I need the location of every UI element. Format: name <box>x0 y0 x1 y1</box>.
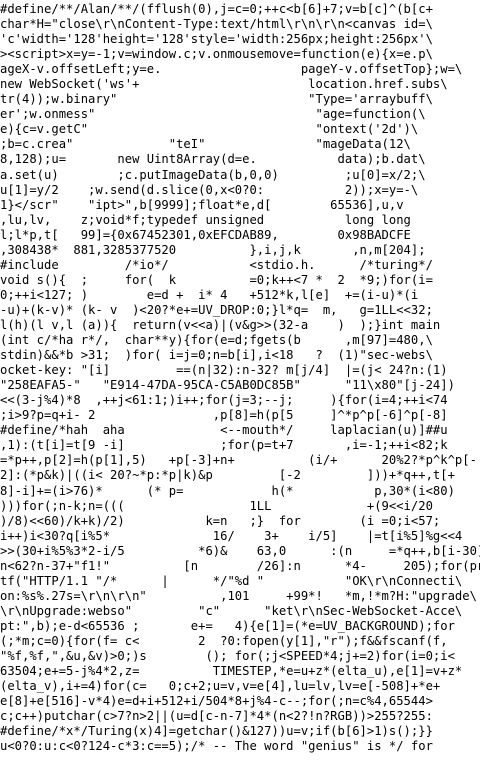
code-line: ><script>x=y=-1;v=window.c;v.onmousemove… <box>0 47 433 62</box>
code-line: ,308438* 881,3285377520 },i,j,k ,n,m[204… <box>0 242 426 257</box>
code-line: i++)i<30?q[i%5* 16/ 3+ i/5] |=t[i%5]%g<<… <box>0 528 463 543</box>
code-line: 63504;e+=5-j%4*2,z= TIMESTEP,*e=u+z*(elt… <box>0 664 463 679</box>
code-line: 8]-i]+=(i>76)* (* p= h(* p,30*(i<80) <box>0 483 455 498</box>
code-line: char*H="close\r\nContent-Type:text/html\… <box>0 17 433 32</box>
code-line: #include /*io*/ <stdio.h. /*turing*/ <box>0 257 433 272</box>
code-line: a.set(u) ;c.putImageData(b,0,0) ;u[0]=x/… <box>0 167 426 182</box>
code-line: l;l*p,t[ 99]={0x67452301,0xEFCDAB89, 0x9… <box>0 227 411 242</box>
code-line: ageX-v.offsetLeft;y=e. pageY-v.offsetTop… <box>0 62 463 77</box>
code-line: stdin)&&*b >31; )for( i=j=0;n=b[i],i<18 … <box>0 348 433 363</box>
code-line: ,1):(t[i]=t[9 -i] ;for(p=t+7 ,i=-1;++i<8… <box>0 438 448 453</box>
code-line: void s(){ ; for( k =0;k++<7 * 2 *9;)for(… <box>0 272 433 287</box>
code-line: #define/*x*/Turing(x)4]=getchar()&127))u… <box>0 724 433 739</box>
code-line: e[8]+e[516]-v*4)e=d+i+512+i/504*8+j%4-c-… <box>0 694 433 709</box>
code-line: (elta_v),i+=4)for(c= 0;c+2;u=v,v=e[4],lu… <box>0 679 441 694</box>
code-line: er';w.onmess" "age=function(\ <box>0 107 426 122</box>
code-line: ,lu,lv, z;void*f;typedef unsigned long l… <box>0 212 411 227</box>
code-line: (int c/*ha r*/, char**y){for(e=d;fgets(b… <box>0 333 433 348</box>
code-line: u[1]=y/2 ;w.send(d.slice(0,x<0?0: 2));x=… <box>0 182 419 197</box>
code-line: \r\nUpgrade:webso" "c" "ket\r\nSec-WebSo… <box>0 603 463 618</box>
code-listing: #define/**/Alan/**/(fflush(0),j=c=0;++c<… <box>0 2 480 754</box>
code-line: tf("HTTP/1.1 "/* | */"%d " "OK\r\nConnec… <box>0 573 463 588</box>
code-line: 2]:(*p&k)|((i< 20?~*p:*p|k)&p [-2 ]))+*q… <box>0 468 455 483</box>
code-line: (;*m;c=0){for(f= c< 2 ?0:fopen(y[1],"r")… <box>0 633 448 648</box>
code-line: )/8)<<60)/k+k)/2) k=n ;} for (i =0;i<57; <box>0 513 441 528</box>
code-line: u<0?0:u:c<0?124-c*3:c==5);/* -- The word… <box>0 739 433 754</box>
code-line: 0;++i<127; ) e=d + i* 4 +512*k,l[e] +=(i… <box>0 287 419 302</box>
code-line: 8,128);u= new Uint8Array(d=e. data);b.da… <box>0 152 426 167</box>
code-line: >>(30+i%5%3*2-i/5 *6)& 63,0 :(n =*q++,b[… <box>0 543 480 558</box>
code-line: n<62?n-37+"f1!" [n /26]:n *4- 205);for(p… <box>0 558 480 573</box>
code-line: =*p++,p[2]=h(p[1],5) +p[-3]+n+ (i/+ 20%2… <box>0 453 477 468</box>
code-line: new WebSocket('ws'+ location.href.subs\ <box>0 77 448 92</box>
code-line: 'c'width='128'height='128'style='width:2… <box>0 32 433 47</box>
code-line: #define/**/Alan/**/(fflush(0),j=c=0;++c<… <box>0 2 433 16</box>
code-line: pt:",b);e-d<65536 ; e+= 4){e[1]=(*e=UV_B… <box>0 618 455 633</box>
code-line: e){c=v.getC" "ontext('2d')\ <box>0 122 419 137</box>
code-line: l(h)(l v,l (a)){ return(v<<a)|(v&g>>(32-… <box>0 317 441 332</box>
code-line: ;b=c.crea" "teI" "mageData(12\ <box>0 137 411 152</box>
code-line: ;i>9?p=q+i- 2 ,p[8]=h(p[5 ]^*p^p[-6]^p[-… <box>0 408 448 423</box>
code-line: ocket-key: "[i] ==(n|32):n-32? m[j/4] |=… <box>0 363 448 378</box>
code-line: c;c++)putchar(c>7?n>2||(u=d[c-n-7]*4*(n<… <box>0 709 433 724</box>
code-line: -u)+(k-v)* (k- v )<20?*e+=UV_DROP:0;}l*q… <box>0 302 433 317</box>
code-line: on:%s%.27s=\r\n\r\n" ,101 +99*! *m,!*m?H… <box>0 588 477 603</box>
code-line: "258EAFA5-" "E914-47DA-95CA-C5AB0DC85B" … <box>0 378 455 393</box>
code-line: )))for(;n-k;n=((( 1LL +(9<<i/20 <box>0 498 433 513</box>
code-line: 1}</scr" "ipt>",b[9999];float*e,d[ 65536… <box>0 197 404 212</box>
code-line: <<(3-j%4)*8 ,++j<61:1;)i++;for(j=3;--j; … <box>0 393 448 408</box>
code-line: #define/*hah aha <--mouth*/ laplacian(u)… <box>0 423 448 438</box>
code-line: "%f,%f,",&u,&v)>0;)s (); for(;j<SPEED*4;… <box>0 649 455 664</box>
code-line: tr(4));w.binary" "Type='arraybuff\ <box>0 92 433 107</box>
